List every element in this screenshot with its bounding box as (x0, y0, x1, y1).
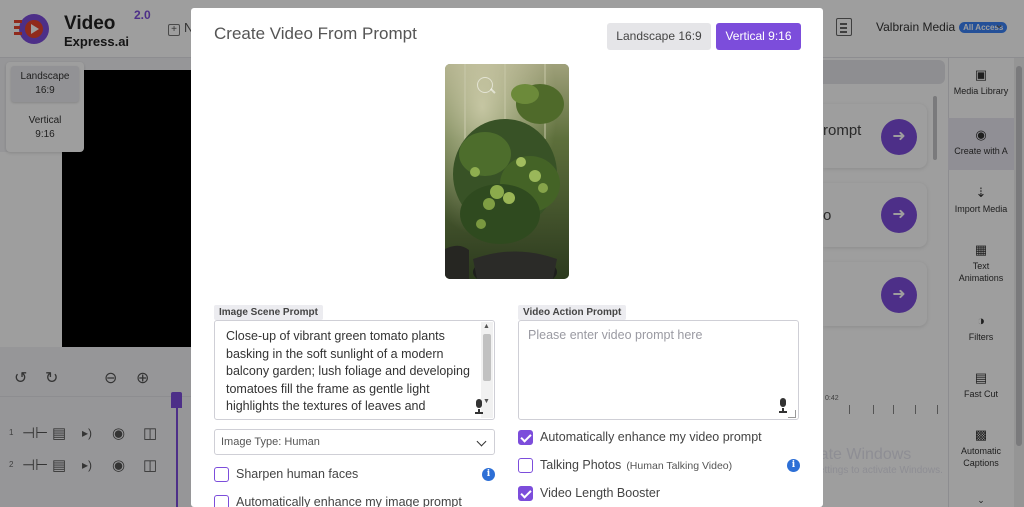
image-type-select[interactable]: Image Type: Human (214, 429, 495, 455)
video-prompt-label: Video Action Prompt (518, 305, 627, 320)
talking-photos-title: Talking Photos (540, 458, 622, 472)
landscape-toggle-button[interactable]: Landscape 16:9 (607, 23, 711, 50)
zoom-icon[interactable] (477, 77, 493, 93)
generated-image-preview[interactable] (445, 64, 569, 279)
scroll-down-icon[interactable]: ▼ (483, 398, 490, 405)
talking-photos-label: Talking Photos (Human Talking Video) (540, 458, 732, 472)
sharpen-faces-checkbox[interactable] (214, 467, 229, 482)
video-length-booster-checkbox[interactable] (518, 486, 533, 501)
info-icon[interactable]: i (482, 468, 495, 481)
image-type-value: Image Type: Human (221, 436, 320, 448)
enhance-image-prompt-label: Automatically enhance my image prompt (236, 495, 462, 507)
scroll-thumb[interactable] (483, 334, 491, 381)
video-prompt-placeholder: Please enter video prompt here (528, 328, 703, 342)
image-prompt-text: Close-up of vibrant green tomato plants … (226, 329, 470, 413)
talking-photos-subtitle: (Human Talking Video) (626, 460, 733, 472)
tomato-plant-image (445, 64, 569, 279)
info-icon[interactable]: i (787, 459, 800, 472)
chevron-down-icon (476, 436, 487, 447)
microphone-icon[interactable] (778, 398, 788, 413)
enhance-video-prompt-label: Automatically enhance my video prompt (540, 430, 762, 444)
enhance-image-prompt-checkbox[interactable] (214, 495, 229, 507)
video-length-booster-label: Video Length Booster (540, 486, 661, 500)
resize-handle-icon[interactable] (788, 410, 796, 418)
modal-title: Create Video From Prompt (214, 24, 417, 43)
create-video-modal: Create Video From Prompt Landscape 16:9 … (191, 8, 823, 507)
microphone-icon[interactable] (474, 399, 484, 414)
sharpen-faces-label: Sharpen human faces (236, 467, 359, 481)
talking-photos-checkbox[interactable] (518, 458, 533, 473)
image-prompt-textarea[interactable]: Close-up of vibrant green tomato plants … (214, 320, 495, 420)
enhance-video-prompt-checkbox[interactable] (518, 430, 533, 445)
image-prompt-label: Image Scene Prompt (214, 305, 323, 320)
scroll-up-icon[interactable]: ▲ (483, 323, 490, 330)
video-prompt-textarea[interactable]: Please enter video prompt here (518, 320, 799, 420)
vertical-toggle-button[interactable]: Vertical 9:16 (716, 23, 801, 50)
